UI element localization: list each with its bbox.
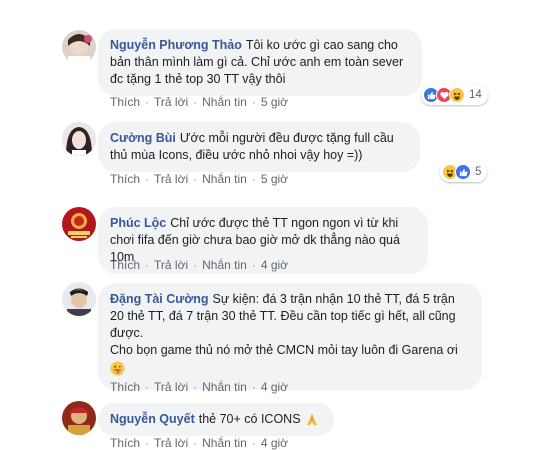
reply-link[interactable]: Trả lời: [154, 172, 188, 186]
timestamp[interactable]: 5 giờ: [261, 95, 288, 109]
reply-link[interactable]: Trả lời: [154, 436, 188, 450]
like-link[interactable]: Thích: [110, 172, 140, 186]
reaction-count: 5: [475, 166, 482, 178]
comment-author[interactable]: Nguyễn Phương Thảo: [110, 38, 242, 52]
comment-author[interactable]: Phúc Lộc: [110, 216, 166, 230]
tongue-out-emoji: [110, 361, 470, 381]
haha-reaction-icon: [449, 87, 465, 103]
timestamp[interactable]: 4 giờ: [261, 436, 288, 450]
avatar[interactable]: [62, 207, 96, 241]
message-link[interactable]: Nhắn tin: [202, 380, 247, 394]
comment-actions: Thích · Trả lời · Nhắn tin · 4 giờ: [110, 258, 289, 272]
reaction-count: 14: [469, 89, 482, 101]
comment-bubble: Nguyễn Phương Thảo Tôi ko ước gì cao sang…: [98, 29, 422, 96]
comment-bubble: Đặng Tài Cường Sự kiện: đá 3 trận nhận 10…: [98, 283, 482, 390]
message-link[interactable]: Nhắn tin: [202, 436, 247, 450]
comment-text-line-2: Cho bọn game thủ nó mở thẻ CMCN mỏi tay …: [110, 343, 458, 357]
comment-author[interactable]: Nguyễn Quyết: [110, 411, 195, 428]
avatar[interactable]: [62, 122, 96, 156]
timestamp[interactable]: 4 giờ: [261, 380, 288, 394]
folded-hands-emoji: [305, 413, 319, 427]
timestamp[interactable]: 4 giờ: [261, 258, 288, 272]
like-reaction-icon: [455, 164, 471, 180]
reply-link[interactable]: Trả lời: [154, 258, 188, 272]
like-link[interactable]: Thích: [110, 380, 140, 394]
comment-text: thẻ 70+ có ICONS: [198, 412, 301, 426]
reaction-summary[interactable]: 5: [440, 162, 488, 182]
message-link[interactable]: Nhắn tin: [202, 95, 247, 109]
comment-actions: Thích · Trả lời · Nhắn tin · 4 giờ: [110, 436, 289, 450]
timestamp[interactable]: 5 giờ: [261, 172, 288, 186]
like-link[interactable]: Thích: [110, 436, 140, 450]
comment-bubble: Cường Bùi Ước mỗi người đều được tặng ful…: [98, 122, 420, 172]
reply-link[interactable]: Trả lời: [154, 95, 188, 109]
reply-link[interactable]: Trả lời: [154, 380, 188, 394]
like-link[interactable]: Thích: [110, 258, 140, 272]
comment-author[interactable]: Đặng Tài Cường: [110, 292, 209, 306]
reaction-summary[interactable]: 14: [421, 85, 488, 105]
comment-author[interactable]: Cường Bùi: [110, 131, 176, 145]
avatar[interactable]: [62, 401, 96, 435]
avatar[interactable]: [62, 30, 96, 64]
message-link[interactable]: Nhắn tin: [202, 172, 247, 186]
avatar[interactable]: [62, 282, 96, 316]
message-link[interactable]: Nhắn tin: [202, 258, 247, 272]
comment-bubble: Nguyễn Quyết thẻ 70+ có ICONS: [98, 403, 334, 436]
comment-actions: Thích · Trả lời · Nhắn tin · 5 giờ: [110, 172, 289, 186]
like-link[interactable]: Thích: [110, 95, 140, 109]
comment-actions: Thích · Trả lời · Nhắn tin · 5 giờ: [110, 95, 289, 109]
comment-actions: Thích · Trả lời · Nhắn tin · 4 giờ: [110, 380, 289, 394]
